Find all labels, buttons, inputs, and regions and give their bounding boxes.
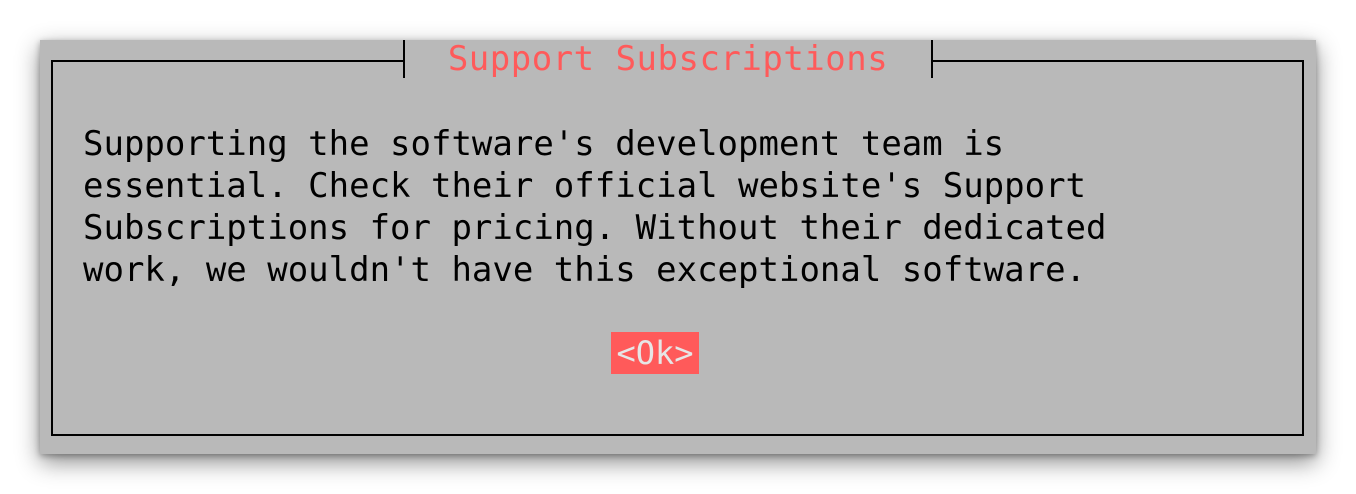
message-line: essential. Check their official website'…	[83, 166, 1087, 206]
message-line: work, we wouldn't have this exceptional …	[83, 250, 1087, 290]
support-subscriptions-dialog: Support Subscriptions Supporting the sof…	[40, 40, 1316, 454]
dialog-title: Support Subscriptions	[447, 39, 889, 79]
dialog-message: Supporting the software's development te…	[83, 123, 1263, 291]
message-line: Supporting the software's development te…	[83, 124, 1005, 164]
message-line: Subscriptions for pricing. Without their…	[83, 208, 1107, 248]
dialog-title-box: Support Subscriptions	[403, 40, 933, 78]
ok-button[interactable]: <Ok>	[611, 332, 699, 374]
